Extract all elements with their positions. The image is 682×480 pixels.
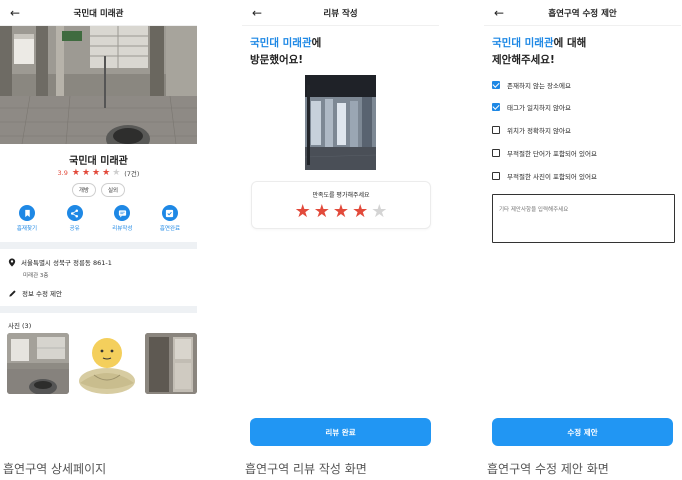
- star-icon: ★: [112, 167, 121, 178]
- rating-value: 3.9: [57, 169, 68, 177]
- photos-title: 사진 (3): [8, 322, 32, 330]
- photo-thumbnail[interactable]: [145, 333, 197, 394]
- star-icon[interactable]: ★: [314, 202, 330, 222]
- checkbox-checked-icon[interactable]: [492, 81, 500, 89]
- option-label: 부적절한 단어가 포함되어 있어요: [507, 150, 597, 158]
- detail-screen: ← 국민대 미래관 국민대 미래관 3.9 ★ ★ ★ ★ ★ (7건) 개방 …: [0, 0, 197, 452]
- option-checkbox[interactable]: 부적절한 사진이 포함되어 있어요: [492, 171, 597, 181]
- favorite-action-button[interactable]: 흡재찾기: [11, 205, 43, 232]
- suggest-submit-button[interactable]: 수정 제안: [492, 418, 673, 446]
- check-icon: [161, 205, 178, 221]
- checkbox-icon[interactable]: [492, 126, 500, 134]
- review-heading: 국민대 미래관에 방문했어요!: [250, 35, 321, 69]
- main-photo[interactable]: [0, 26, 197, 144]
- star-icon[interactable]: ★: [295, 202, 311, 222]
- heading-suffix: 에: [311, 37, 322, 49]
- action-label: 흡재찾기: [16, 226, 38, 232]
- review-submit-button[interactable]: 리뷰 완료: [250, 418, 431, 446]
- action-label: 공유: [69, 226, 80, 232]
- heading-line2: 방문했어요!: [250, 54, 304, 66]
- heading-place: 국민대 미래관: [492, 37, 554, 49]
- rating-row: 3.9 ★ ★ ★ ★ ★ (7건): [0, 168, 197, 178]
- chat-icon: [114, 205, 131, 221]
- pencil-icon: [9, 289, 16, 297]
- suggest-heading: 국민대 미래관에 대해 제안해주세요!: [492, 35, 586, 69]
- detail-title: 국민대 미래관: [73, 8, 124, 19]
- share-action-button[interactable]: 공유: [59, 205, 91, 232]
- bookmark-icon: [19, 205, 35, 221]
- address-row: 서울특별시 성북구 정릉동 861-1: [8, 257, 112, 267]
- heading-place: 국민대 미래관: [250, 37, 312, 49]
- edit-suggest-label: 정보 수정 제안: [22, 290, 63, 298]
- section-divider: [0, 242, 197, 249]
- option-checkbox[interactable]: 존재하지 않는 장소에요: [492, 80, 571, 90]
- screen-caption: 흡연구역 리뷰 작성 화면: [245, 462, 367, 476]
- review-screen: ← 리뷰 작성 국민대 미래관에 방문했어요! 만족도를 평가해주세요 ★ ★ …: [242, 0, 439, 452]
- edit-suggest-link[interactable]: 정보 수정 제안: [8, 288, 62, 298]
- photo-thumbnail[interactable]: [7, 333, 69, 394]
- action-bar: 흡재찾기 공유 리뷰작성 흡연완료: [11, 205, 186, 232]
- star-icon: ★: [81, 167, 91, 178]
- rating-label: 만족도를 평가해주세요: [312, 192, 370, 199]
- star-icon: ★: [102, 167, 111, 178]
- review-title: 리뷰 작성: [323, 8, 358, 19]
- write-review-action-button[interactable]: 리뷰작성: [106, 205, 138, 232]
- tag-list: 개방 실외: [0, 183, 197, 197]
- star-icon[interactable]: ★: [371, 202, 387, 222]
- back-arrow-icon[interactable]: ←: [6, 4, 24, 22]
- option-label: 위치가 정확하지 않아요: [507, 127, 571, 135]
- star-icon: ★: [71, 167, 80, 178]
- screen-caption: 흡연구역 상세페이지: [3, 462, 107, 476]
- detail-topbar: ← 국민대 미래관: [0, 0, 197, 26]
- suggest-topbar: ← 흡연구역 수정 제안: [484, 0, 681, 26]
- screen-caption: 흡연구역 수정 제안 화면: [487, 462, 609, 476]
- address-text: 서울특별시 성북구 정릉동 861-1: [21, 259, 112, 267]
- back-arrow-icon[interactable]: ←: [248, 4, 266, 22]
- heading-suffix: 에 대해: [553, 37, 587, 49]
- star-icon[interactable]: ★: [352, 202, 368, 222]
- place-name: 국민대 미래관: [69, 156, 128, 167]
- review-photo[interactable]: [305, 75, 376, 170]
- rating-card: 만족도를 평가해주세요 ★ ★ ★ ★ ★: [251, 181, 431, 229]
- checkbox-icon[interactable]: [492, 149, 500, 157]
- share-icon: [66, 205, 83, 221]
- checkbox-checked-icon[interactable]: [492, 103, 500, 111]
- action-label: 흡연완료: [159, 226, 181, 232]
- option-checkbox[interactable]: 태그가 일치하지 않아요: [492, 102, 571, 112]
- heading-line2: 제안해주세요!: [492, 54, 555, 66]
- done-action-button[interactable]: 흡연완료: [154, 205, 186, 232]
- option-label: 태그가 일치하지 않아요: [507, 104, 571, 112]
- star-icon[interactable]: ★: [333, 202, 349, 222]
- photo-thumbnail[interactable]: [76, 333, 138, 394]
- action-label: 리뷰작성: [112, 226, 133, 232]
- location-pin-icon: [8, 257, 16, 267]
- tag-chip: 개방: [71, 183, 96, 197]
- option-checkbox[interactable]: 위치가 정확하지 않아요: [492, 125, 571, 135]
- option-label: 부적절한 사진이 포함되어 있어요: [507, 173, 597, 181]
- suggest-title: 흡연구역 수정 제안: [548, 8, 617, 19]
- rating-stars: ★ ★ ★ ★ ★: [252, 202, 430, 222]
- tag-chip: 실외: [101, 183, 126, 197]
- checkbox-icon[interactable]: [492, 172, 500, 180]
- address-sub: 미래관 3층: [23, 273, 49, 279]
- back-arrow-icon[interactable]: ←: [490, 4, 508, 22]
- suggest-screen: ← 흡연구역 수정 제안 국민대 미래관에 대해 제안해주세요! 존재하지 않는…: [484, 0, 681, 452]
- option-checkbox[interactable]: 부적절한 단어가 포함되어 있어요: [492, 148, 597, 158]
- etc-suggestion-input[interactable]: [492, 194, 675, 243]
- review-topbar: ← 리뷰 작성: [242, 0, 439, 26]
- section-divider: [0, 306, 197, 313]
- star-icon: ★: [92, 167, 101, 178]
- review-count: (7건): [124, 170, 140, 178]
- option-label: 존재하지 않는 장소에요: [507, 82, 571, 90]
